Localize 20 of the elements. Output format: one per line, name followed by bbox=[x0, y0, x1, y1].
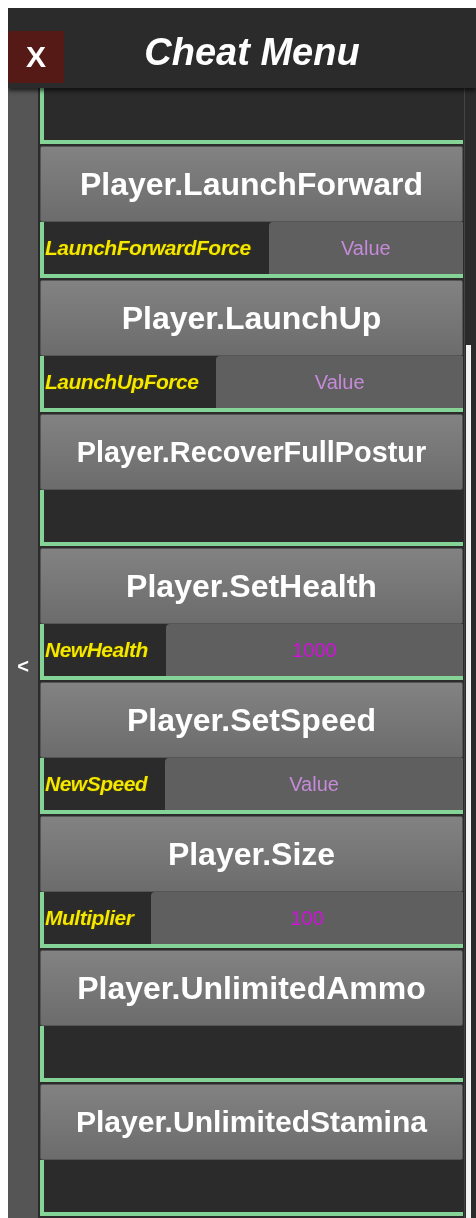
value-field[interactable]: Value bbox=[268, 222, 463, 274]
collapse-toggle[interactable]: < bbox=[17, 654, 29, 678]
parameter-label: NewSpeed bbox=[44, 772, 149, 796]
command-button[interactable]: Player.LaunchUp bbox=[40, 280, 463, 356]
command-button[interactable]: Player.RecoverFullPostur bbox=[40, 414, 463, 490]
parameter-label: Multiplier bbox=[44, 906, 136, 930]
command-button[interactable]: Player.UnlimitedStamina bbox=[40, 1084, 463, 1160]
command-button[interactable]: Player.SetHealth bbox=[40, 548, 463, 624]
parameter-label: NewHealth bbox=[44, 638, 149, 662]
command-button[interactable]: Player.SetSpeed bbox=[40, 682, 463, 758]
command-button[interactable]: Player.LaunchForward bbox=[40, 146, 463, 222]
command-button[interactable]: Player.UnlimitedAmmo bbox=[40, 950, 463, 1026]
scrollbar[interactable] bbox=[464, 88, 471, 1218]
close-button[interactable]: X bbox=[8, 31, 64, 83]
parameter-label: LaunchForwardForce bbox=[44, 236, 252, 260]
parameter-label: LaunchUpForce bbox=[44, 370, 200, 394]
window-title: Cheat Menu bbox=[143, 30, 360, 74]
value-field[interactable]: Value bbox=[165, 758, 463, 810]
command-button[interactable]: Player.Size bbox=[40, 816, 463, 892]
value-field[interactable]: Value bbox=[216, 356, 463, 408]
